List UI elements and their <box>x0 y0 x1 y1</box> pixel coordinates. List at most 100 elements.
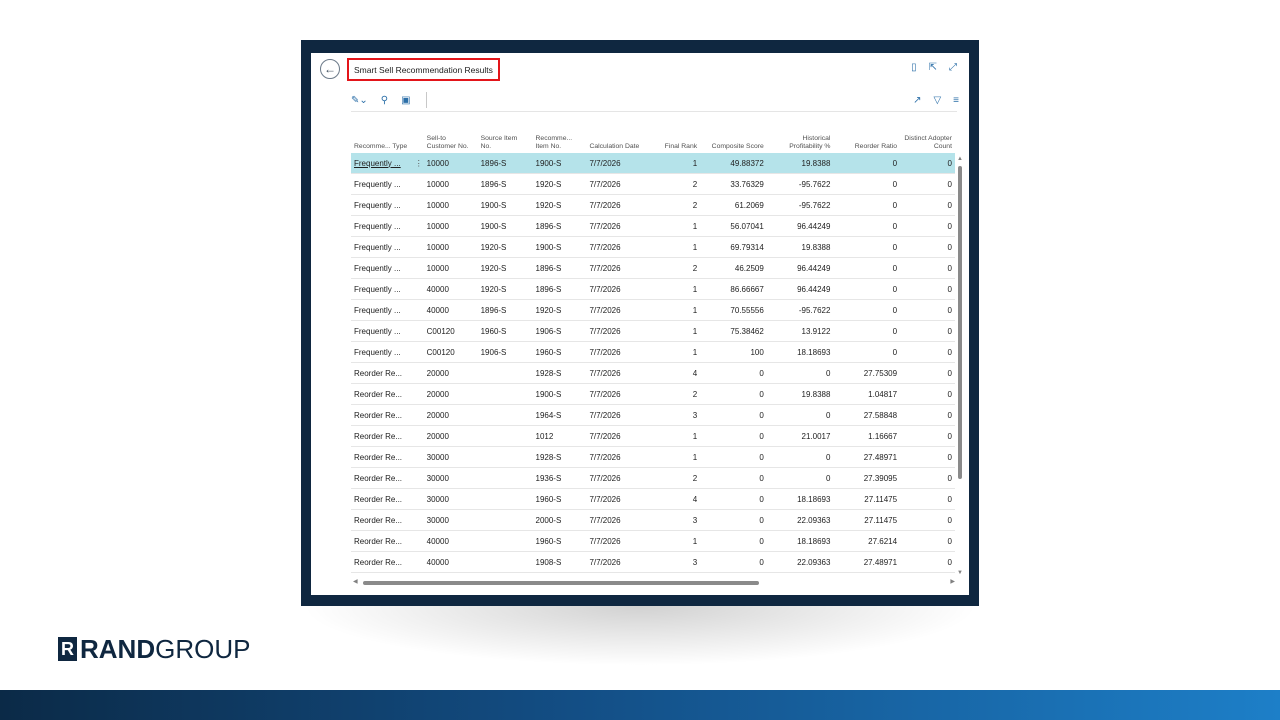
cell-calculation-date: 7/7/2026 <box>589 410 621 420</box>
cell-distinct-adopter-count: 0 <box>947 326 952 336</box>
table-row[interactable]: Frequently ... 10000 1920-S 1900-S 7/7/2026 1… <box>351 237 955 258</box>
scrollbar-thumb[interactable] <box>958 166 962 479</box>
table-row[interactable]: Frequently ... 40000 1896-S 1920-S 7/7/2026 1… <box>351 300 955 321</box>
cell-sell-to-customer: 30000 <box>426 452 449 462</box>
table-row[interactable]: Frequently ... ⋮ 10000 1896-S 1900-S 7/7/2026… <box>351 153 955 174</box>
table-row[interactable]: Reorder Re... 30000 1936-S 7/7/2026 2 0 0 27.39… <box>351 468 955 489</box>
cell-recommended-item: 1012 <box>535 431 554 441</box>
cell-recommendation-type[interactable]: Reorder Re... <box>351 369 412 378</box>
cell-recommendation-type[interactable]: Frequently ... <box>351 243 412 252</box>
column-header-source-item[interactable]: Source Item No. <box>478 135 533 151</box>
cell-source-item: 1896-S <box>480 179 507 189</box>
cell-recommendation-type[interactable]: Reorder Re... <box>351 474 412 483</box>
table-row[interactable]: Reorder Re... 20000 1012 7/7/2026 1 0 21.0017 1… <box>351 426 955 447</box>
cell-final-rank: 2 <box>692 389 698 399</box>
table-row[interactable]: Frequently ... 10000 1920-S 1896-S 7/7/2026 2… <box>351 258 955 279</box>
list-view-icon[interactable]: ▣ <box>401 95 410 106</box>
cell-calculation-date: 7/7/2026 <box>589 431 621 441</box>
cell-recommendation-type[interactable]: Frequently ... <box>351 222 412 231</box>
cell-recommendation-type[interactable]: Frequently ... <box>351 201 412 210</box>
cell-recommended-item: 1920-S <box>535 305 562 315</box>
footer-gradient-bar <box>0 690 1280 720</box>
column-header-historical-profitability[interactable]: Historical Profitability % <box>767 135 834 151</box>
table-row[interactable]: Frequently ... C00120 1960-S 1906-S 7/7/2026… <box>351 321 955 342</box>
scroll-left-icon[interactable]: ◀ <box>353 578 358 585</box>
column-header-reorder-ratio[interactable]: Reorder Ratio <box>833 143 900 151</box>
table-row[interactable]: Reorder Re... 20000 1928-S 7/7/2026 4 0 0 27.75… <box>351 363 955 384</box>
cell-recommended-item: 1960-S <box>535 494 562 504</box>
cell-recommendation-type[interactable]: Frequently ... <box>351 306 412 315</box>
table-row[interactable]: Reorder Re... 20000 1964-S 7/7/2026 3 0 0 27.58… <box>351 405 955 426</box>
cell-recommendation-type[interactable]: Frequently ... <box>351 327 412 336</box>
scroll-right-icon[interactable]: ▶ <box>950 578 955 585</box>
logo-group-text: GROUP <box>155 633 251 664</box>
cell-calculation-date: 7/7/2026 <box>589 368 621 378</box>
cell-composite-score: 0 <box>759 557 764 567</box>
table-body: Frequently ... ⋮ 10000 1896-S 1900-S 7/7/2026… <box>351 153 955 573</box>
cell-sell-to-customer: C00120 <box>426 326 455 336</box>
cell-recommended-item: 1900-S <box>535 158 562 168</box>
cell-recommendation-type[interactable]: Reorder Re... <box>351 516 412 525</box>
cell-final-rank: 1 <box>692 536 698 546</box>
cell-sell-to-customer: 20000 <box>426 410 449 420</box>
table-row[interactable]: Reorder Re... 20000 1900-S 7/7/2026 2 0 19.838… <box>351 384 955 405</box>
column-options-icon[interactable]: ≡ <box>953 95 959 106</box>
cell-recommendation-type[interactable]: Reorder Re... <box>351 411 412 420</box>
cell-source-item: 1896-S <box>480 158 507 168</box>
column-header-recommended-item[interactable]: Recomme... Item No. <box>533 135 587 151</box>
cell-sell-to-customer: 20000 <box>426 431 449 441</box>
column-header-composite-score[interactable]: Composite Score <box>700 143 767 151</box>
table-row[interactable]: Frequently ... 10000 1900-S 1920-S 7/7/2026 2… <box>351 195 955 216</box>
cell-recommendation-type[interactable]: Reorder Re... <box>351 432 412 441</box>
table-row[interactable]: Reorder Re... 40000 1960-S 7/7/2026 1 0 18.186… <box>351 531 955 552</box>
cell-distinct-adopter-count: 0 <box>947 200 952 210</box>
cell-recommended-item: 1964-S <box>535 410 562 420</box>
column-header-final-rank[interactable]: Final Rank <box>643 143 700 151</box>
column-header-sell-to-customer[interactable]: Sell-to Customer No. <box>424 135 478 151</box>
table-row[interactable]: Frequently ... 40000 1920-S 1896-S 7/7/2026 1… <box>351 279 955 300</box>
cell-recommendation-type[interactable]: Frequently ... <box>351 159 412 168</box>
column-header-recommendation-type[interactable]: Recomme... Type <box>351 143 412 151</box>
scroll-down-icon[interactable]: ▼ <box>957 570 963 576</box>
cell-historical-profitability: 96.44249 <box>797 221 831 231</box>
cell-sell-to-customer: 30000 <box>426 473 449 483</box>
column-header-distinct-adopter-count[interactable]: Distinct Adopter Count <box>900 135 955 151</box>
table-row[interactable]: Frequently ... 10000 1900-S 1896-S 7/7/2026 1… <box>351 216 955 237</box>
cell-recommendation-type[interactable]: Frequently ... <box>351 348 412 357</box>
vertical-scrollbar[interactable]: ▲ ▼ <box>956 156 964 576</box>
cell-composite-score: 0 <box>759 389 764 399</box>
cell-recommendation-type[interactable]: Reorder Re... <box>351 495 412 504</box>
cell-recommendation-type[interactable]: Reorder Re... <box>351 453 412 462</box>
column-header-calculation-date[interactable]: Calculation Date <box>586 143 643 151</box>
scroll-up-icon[interactable]: ▲ <box>957 156 963 162</box>
share-icon[interactable]: ↗ <box>913 95 921 106</box>
cell-recommendation-type[interactable]: Reorder Re... <box>351 537 412 546</box>
table-row[interactable]: Frequently ... C00120 1906-S 1960-S 7/7/2026… <box>351 342 955 363</box>
table-row[interactable]: Reorder Re... 40000 1908-S 7/7/2026 3 0 22.093… <box>351 552 955 573</box>
cell-final-rank: 2 <box>692 200 698 210</box>
cell-recommendation-type[interactable]: Reorder Re... <box>351 390 412 399</box>
bookmark-icon[interactable]: ▯ <box>911 62 917 73</box>
table-row[interactable]: Reorder Re... 30000 1928-S 7/7/2026 1 0 0 27.48… <box>351 447 955 468</box>
cell-reorder-ratio: 0 <box>892 200 898 210</box>
filter-icon[interactable]: ▽ <box>933 95 941 106</box>
cell-final-rank: 3 <box>692 515 698 525</box>
back-arrow-icon[interactable]: ← <box>320 59 340 79</box>
cell-historical-profitability: 0 <box>825 473 831 483</box>
table-row[interactable]: Reorder Re... 30000 1960-S 7/7/2026 4 0 18.186… <box>351 489 955 510</box>
table-row[interactable]: Frequently ... 10000 1896-S 1920-S 7/7/2026 2… <box>351 174 955 195</box>
cell-recommendation-type[interactable]: Frequently ... <box>351 285 412 294</box>
cell-recommendation-type[interactable]: Frequently ... <box>351 264 412 273</box>
table-row[interactable]: Reorder Re... 30000 2000-S 7/7/2026 3 0 22.093… <box>351 510 955 531</box>
cell-distinct-adopter-count: 0 <box>947 410 952 420</box>
cell-recommendation-type[interactable]: Reorder Re... <box>351 558 412 567</box>
scrollbar-thumb[interactable] <box>363 581 759 585</box>
edit-list-dropdown-icon[interactable]: ✎⌄ <box>351 95 368 106</box>
expand-icon[interactable]: ⤢ <box>949 62 957 73</box>
horizontal-scrollbar[interactable]: ◀ ▶ <box>351 578 957 588</box>
search-icon[interactable]: ⚲ <box>381 95 388 106</box>
row-menu-icon[interactable]: ⋮ <box>412 159 424 168</box>
cell-recommendation-type[interactable]: Frequently ... <box>351 180 412 189</box>
open-in-new-window-icon[interactable]: ⇱ <box>929 62 937 73</box>
cell-final-rank: 3 <box>692 410 698 420</box>
